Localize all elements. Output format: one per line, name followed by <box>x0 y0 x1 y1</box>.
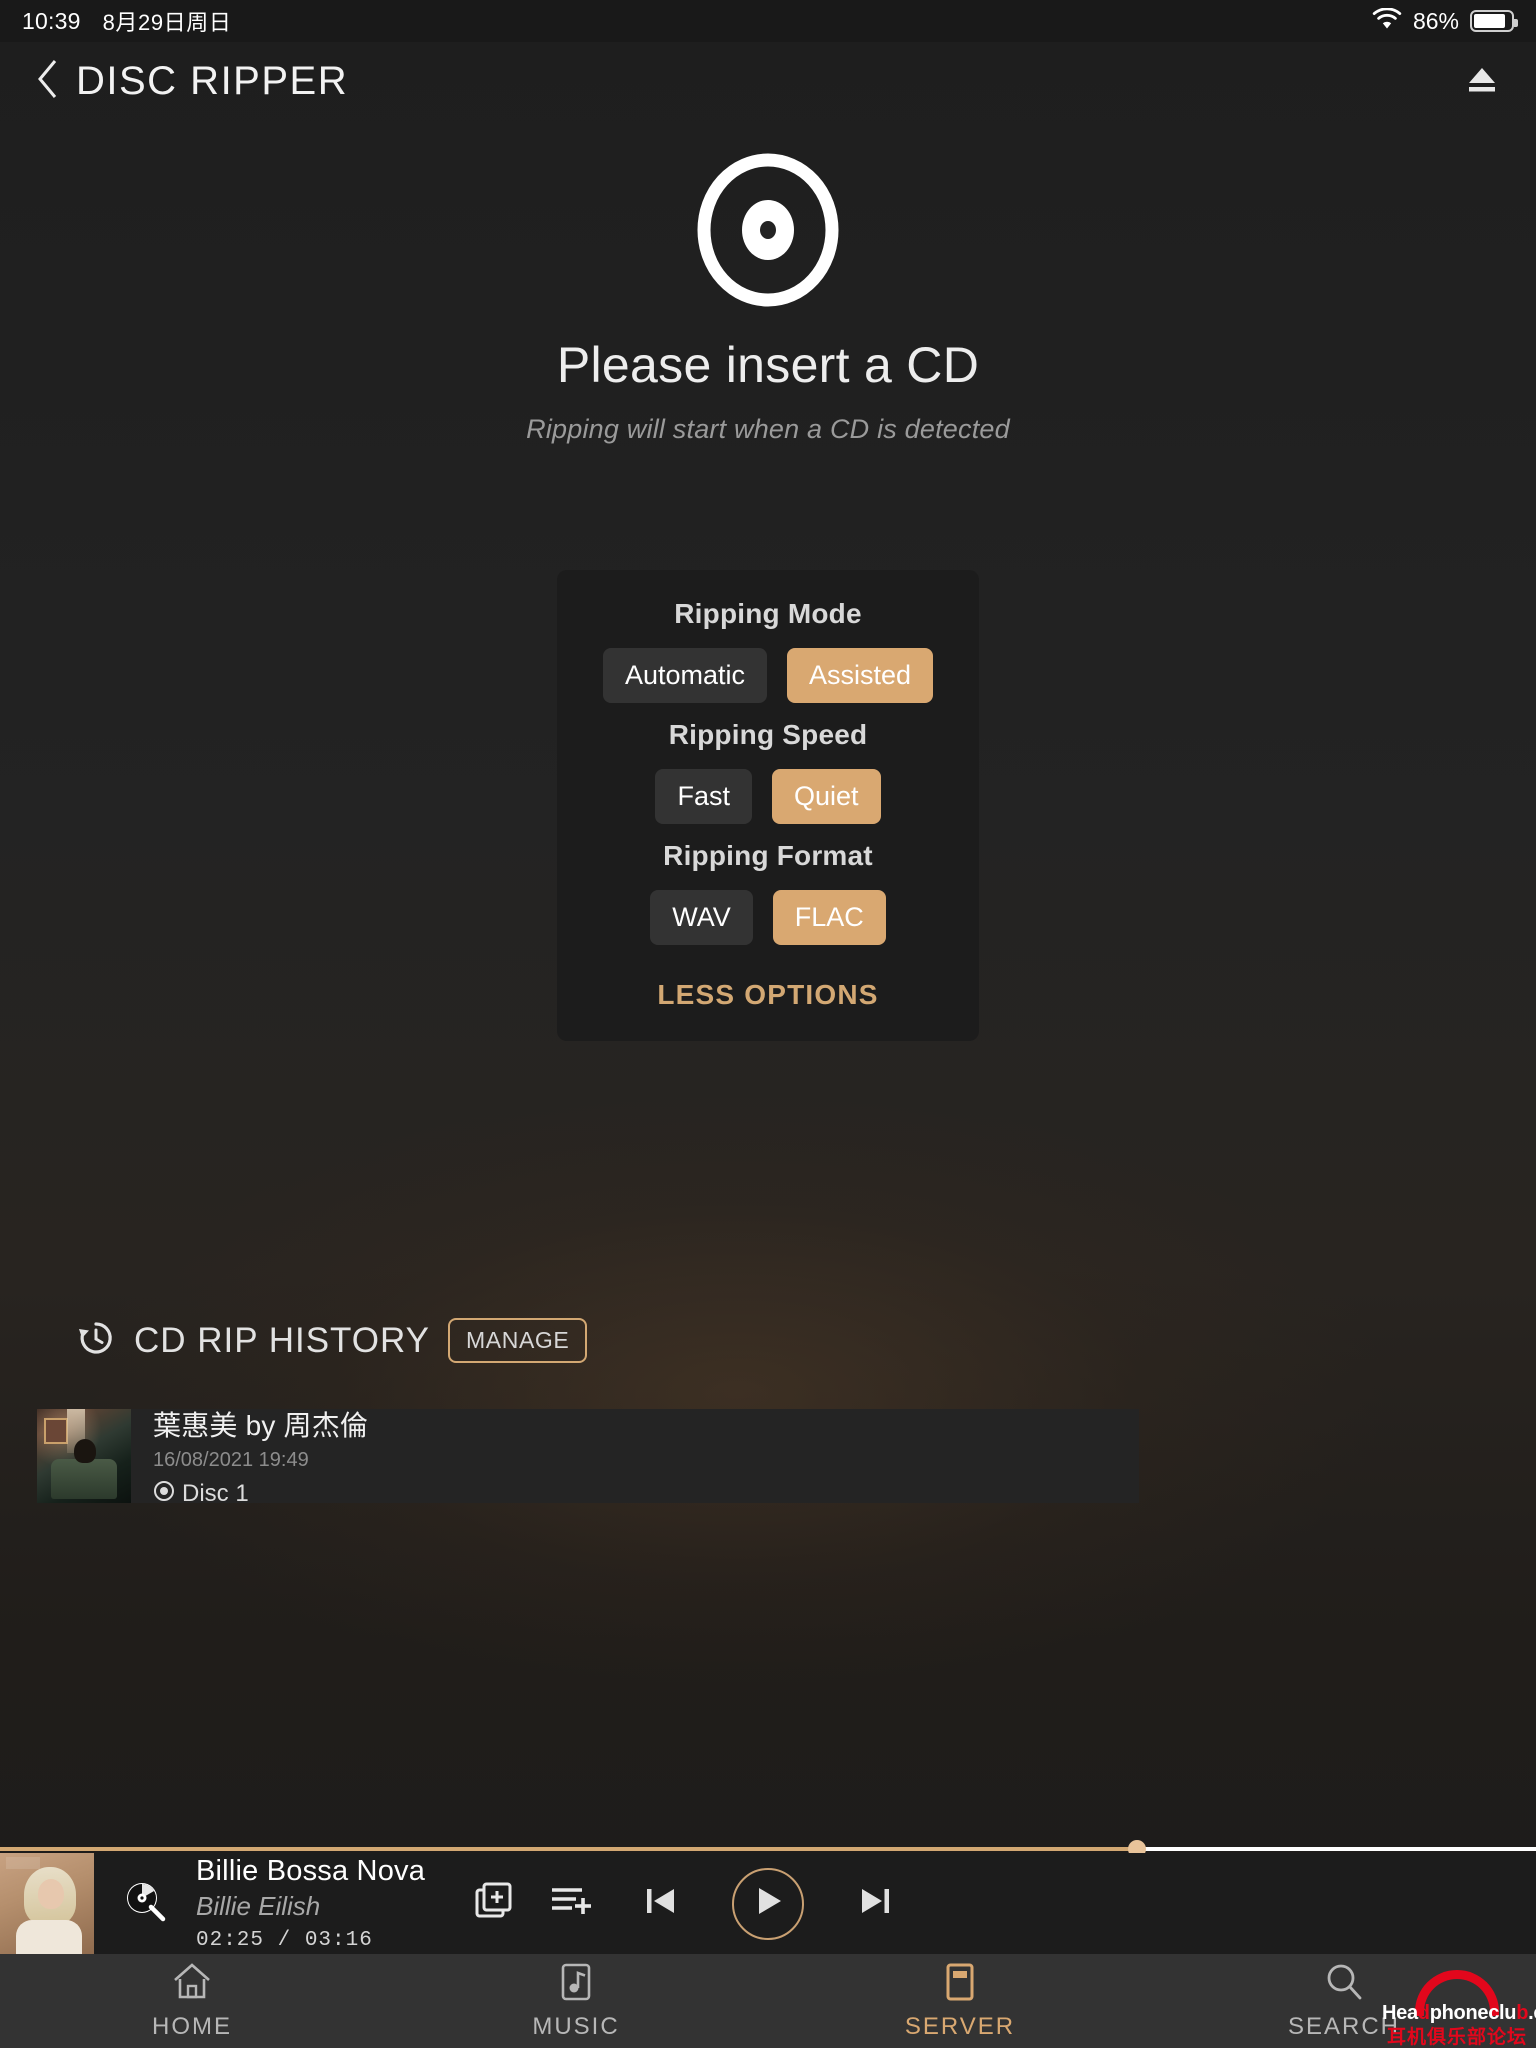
add-to-library-icon <box>474 1881 514 1926</box>
skip-next-icon <box>856 1883 894 1924</box>
ripping-speed-quiet-button[interactable]: Quiet <box>771 769 881 824</box>
play-button[interactable] <box>732 1867 804 1940</box>
eject-button[interactable] <box>1454 53 1510 109</box>
page-title: DISC RIPPER <box>76 58 349 103</box>
status-time: 10:39 <box>22 7 81 34</box>
hero-subtitle: Ripping will start when a CD is detected <box>526 414 1010 444</box>
cd-disc-small-icon <box>153 1480 175 1509</box>
progress-fill <box>0 1847 1137 1851</box>
next-button[interactable] <box>856 1883 894 1924</box>
server-icon <box>939 1962 981 2007</box>
nav-item-music[interactable]: MUSIC <box>384 1962 768 2041</box>
ripping-format-wav-button[interactable]: WAV <box>650 890 753 945</box>
ripping-format-label: Ripping Format <box>663 840 873 871</box>
history-album-art <box>37 1409 131 1503</box>
status-bar-left: 10:39 8月29日周日 <box>22 5 231 37</box>
nav-item-home[interactable]: HOME <box>0 1962 384 2041</box>
nav-label-music: MUSIC <box>532 2012 620 2040</box>
now-playing-meta: Billie Bossa Nova Billie Eilish 02:25 / … <box>196 1855 446 1952</box>
nav-item-search[interactable]: SEARCH <box>1152 1962 1536 2041</box>
nav-label-server: SERVER <box>904 2012 1016 2040</box>
hero-title: Please insert a CD <box>556 337 980 393</box>
chevron-left-icon <box>36 58 60 105</box>
now-playing-time: 02:25 / 03:16 <box>196 1929 373 1952</box>
now-playing-artist: Billie Eilish <box>196 1891 321 1921</box>
wifi-icon <box>1372 6 1402 35</box>
music-note-icon <box>555 1962 597 2007</box>
ripping-format-flac-button[interactable]: FLAC <box>772 890 886 945</box>
ripping-speed-fast-button[interactable]: Fast <box>655 769 752 824</box>
nav-item-server[interactable]: SERVER <box>768 1962 1152 2041</box>
skip-previous-icon <box>642 1883 680 1924</box>
playback-progress-bar[interactable] <box>0 1840 1536 1858</box>
ripping-mode-assisted-button[interactable]: Assisted <box>787 648 934 703</box>
bottom-navigation: HOME MUSIC SERVER SEARCH <box>0 1954 1536 2048</box>
home-icon <box>171 1962 213 2007</box>
status-bar-right: 86% <box>1372 6 1518 35</box>
app-header: DISC RIPPER <box>0 42 1536 120</box>
nav-label-home: HOME <box>152 2012 232 2040</box>
player-actions <box>474 1881 592 1926</box>
history-item-name: 葉惠美 by 周杰倫 <box>153 1409 369 1441</box>
history-item-timestamp: 16/08/2021 19:49 <box>153 1448 309 1471</box>
history-item-disc: Disc 1 <box>153 1480 368 1509</box>
back-button[interactable] <box>26 53 70 109</box>
history-list-item[interactable]: 葉惠美 by 周杰倫 16/08/2021 19:49 Disc 1 <box>37 1409 1139 1507</box>
manage-button[interactable]: MANAGE <box>448 1318 588 1363</box>
status-bar: 10:39 8月29日周日 86% <box>0 0 1536 42</box>
ripping-options-panel: Ripping Mode Automatic Assisted Ripping … <box>557 570 979 1041</box>
ripping-speed-label: Ripping Speed <box>668 719 868 750</box>
history-item-disc-label: Disc 1 <box>182 1480 249 1507</box>
now-playing-album-art[interactable] <box>0 1853 94 1954</box>
now-playing-title: Billie Bossa Nova <box>196 1855 426 1887</box>
cd-disc-icon <box>0 150 1536 310</box>
add-to-library-button[interactable] <box>474 1881 514 1926</box>
player-bar: Billie Bossa Nova Billie Eilish 02:25 / … <box>0 1853 1536 1954</box>
eject-icon <box>1465 63 1499 100</box>
play-icon <box>751 1883 785 1924</box>
less-options-button[interactable]: LESS OPTIONS <box>557 979 979 1011</box>
ripping-mode-label: Ripping Mode <box>674 598 862 629</box>
add-to-queue-icon <box>550 1884 592 1923</box>
disc-search-icon <box>122 1878 168 1929</box>
nav-label-search: SEARCH <box>1287 2012 1401 2040</box>
cd-rip-history-header: CD RIP HISTORY MANAGE <box>76 1318 588 1363</box>
ripping-mode-buttons: Automatic Assisted <box>557 648 979 703</box>
ripping-speed-buttons: Fast Quiet <box>557 769 979 824</box>
status-date: 8月29日周日 <box>102 10 232 35</box>
hero-section: Please insert a CD Ripping will start wh… <box>0 150 1536 445</box>
cd-rip-history-title: CD RIP HISTORY <box>134 1320 431 1360</box>
disc-search-button[interactable] <box>118 1878 172 1929</box>
search-icon <box>1323 1962 1365 2007</box>
battery-percent: 86% <box>1412 7 1459 34</box>
add-to-queue-button[interactable] <box>550 1884 592 1923</box>
transport-controls <box>642 1867 894 1940</box>
previous-button[interactable] <box>642 1883 680 1924</box>
ripping-mode-automatic-button[interactable]: Automatic <box>602 648 767 703</box>
disc-ripper-screen: 10:39 8月29日周日 86% DISC RIPPER Please ins… <box>0 0 1536 2048</box>
ripping-format-buttons: WAV FLAC <box>557 890 979 945</box>
battery-icon <box>1470 10 1518 32</box>
history-item-text: 葉惠美 by 周杰倫 16/08/2021 19:49 Disc 1 <box>153 1404 368 1509</box>
history-clock-icon <box>76 1318 116 1363</box>
